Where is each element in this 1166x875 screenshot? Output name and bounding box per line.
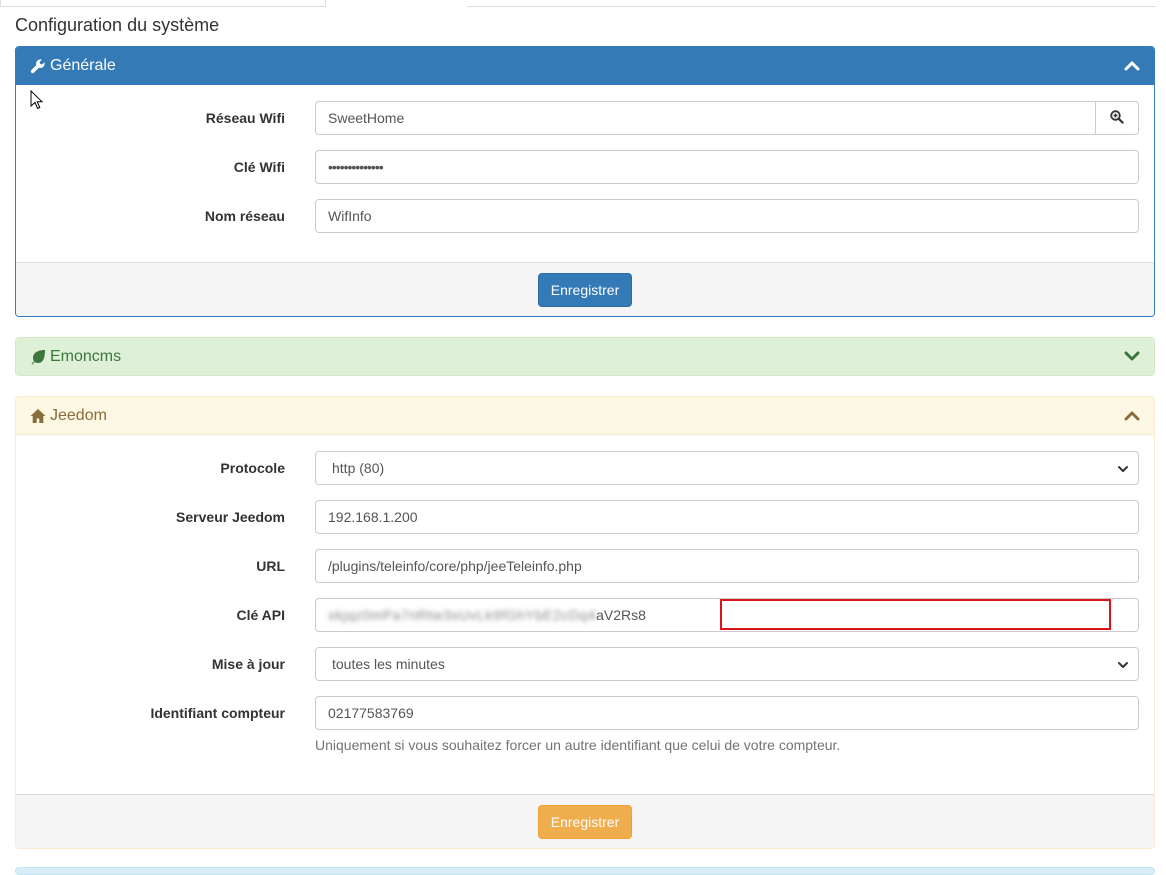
wifi-network-label: Réseau Wifi <box>205 110 285 126</box>
page-title: Configuration du système <box>15 15 220 35</box>
chevron-up-icon[interactable] <box>1124 58 1140 74</box>
jeedom-save-button[interactable]: Enregistrer <box>537 804 633 839</box>
field-row-wifi-network: Réseau Wifi SweetHome <box>16 101 1154 135</box>
field-row-update: Mise à jour toutes les minutes <box>16 647 1154 681</box>
field-row-network-name: Nom réseau WifInfo <box>16 199 1154 233</box>
panel-emoncms: Emoncms <box>15 337 1155 376</box>
meter-id-label: Identifiant compteur <box>150 705 285 721</box>
panel-generale-heading[interactable]: Générale <box>16 47 1154 85</box>
field-row-meter-id: Identifiant compteur 02177583769 <box>16 696 1154 730</box>
field-row-protocol: Protocole http (80) <box>16 451 1154 485</box>
home-icon <box>30 408 46 424</box>
top-tab-bar <box>0 0 1166 7</box>
api-key-visible-part: aV2Rs8 <box>596 607 646 623</box>
panel-generale: Générale Réseau Wifi SweetHome Clé Wifi … <box>15 46 1155 317</box>
panel-next-edge <box>15 867 1155 875</box>
chevron-down-icon <box>1117 462 1129 474</box>
update-select[interactable]: toutes les minutes <box>315 647 1139 681</box>
wifi-scan-button[interactable] <box>1095 101 1139 135</box>
protocol-select[interactable]: http (80) <box>315 451 1139 485</box>
url-label: URL <box>256 558 285 574</box>
tab-baseline <box>467 6 1156 7</box>
wrench-icon <box>30 58 46 74</box>
leaf-icon <box>30 349 46 365</box>
meter-id-input[interactable]: 02177583769 <box>315 696 1139 730</box>
network-name-input[interactable]: WifInfo <box>315 199 1139 233</box>
chevron-down-icon <box>1117 658 1129 670</box>
field-row-wifi-key: Clé Wifi •••••••••••••• <box>16 150 1154 184</box>
url-input[interactable]: /plugins/teleinfo/core/php/jeeTeleinfo.p… <box>315 549 1139 583</box>
tab-previous[interactable] <box>0 0 326 7</box>
panel-jeedom-title: Jeedom <box>50 406 107 424</box>
chevron-down-icon[interactable] <box>1124 348 1140 364</box>
panel-jeedom-footer: Enregistrer <box>16 794 1154 848</box>
panel-jeedom-heading[interactable]: Jeedom <box>16 397 1154 435</box>
field-row-url: URL /plugins/teleinfo/core/php/jeeTelein… <box>16 549 1154 583</box>
chevron-up-icon[interactable] <box>1124 408 1140 424</box>
wifi-network-input[interactable]: SweetHome <box>315 101 1096 135</box>
panel-generale-title: Générale <box>50 57 116 74</box>
panel-emoncms-heading[interactable]: Emoncms <box>16 338 1154 375</box>
panel-generale-footer: Enregistrer <box>16 262 1154 316</box>
generale-save-button[interactable]: Enregistrer <box>537 272 633 307</box>
api-key-blurred-part: xkjqz0mPa7nRtw3sUvLk9fGhYbE2cDq4 <box>328 607 597 623</box>
field-row-jeedom-server: Serveur Jeedom 192.168.1.200 <box>16 500 1154 534</box>
protocol-label: Protocole <box>220 460 285 476</box>
update-label: Mise à jour <box>211 656 285 672</box>
network-name-label: Nom réseau <box>204 208 285 224</box>
jeedom-server-label: Serveur Jeedom <box>176 509 285 525</box>
highlight-annotation-box <box>720 599 1111 630</box>
meter-id-help-text: Uniquement si vous souhaitez forcer un a… <box>315 737 841 753</box>
search-plus-icon <box>1110 109 1124 127</box>
mouse-cursor-icon <box>30 89 44 110</box>
api-key-label: Clé API <box>236 607 286 623</box>
panel-emoncms-title: Emoncms <box>50 347 122 365</box>
wifi-key-label: Clé Wifi <box>233 159 285 175</box>
jeedom-server-input[interactable]: 192.168.1.200 <box>315 500 1139 534</box>
wifi-key-input[interactable]: •••••••••••••• <box>315 150 1139 184</box>
